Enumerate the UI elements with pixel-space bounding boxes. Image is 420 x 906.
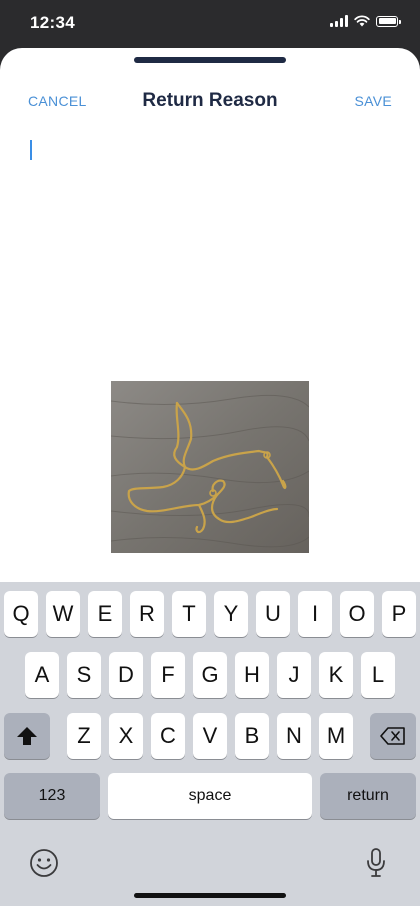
key-m[interactable]: M <box>319 713 353 759</box>
key-e[interactable]: E <box>88 591 122 637</box>
key-s[interactable]: S <box>67 652 101 698</box>
delete-key[interactable] <box>370 713 416 759</box>
key-w[interactable]: W <box>46 591 80 637</box>
shift-arrow-icon <box>17 727 37 745</box>
status-icons <box>330 15 401 27</box>
key-n[interactable]: N <box>277 713 311 759</box>
key-a[interactable]: A <box>25 652 59 698</box>
key-d[interactable]: D <box>109 652 143 698</box>
key-p[interactable]: P <box>382 591 416 637</box>
status-bar: 12:34 <box>0 0 420 48</box>
key-k[interactable]: K <box>319 652 353 698</box>
home-indicator <box>134 893 286 898</box>
key-q[interactable]: Q <box>4 591 38 637</box>
sheet-grabber[interactable] <box>134 57 286 63</box>
key-j[interactable]: J <box>277 652 311 698</box>
cellular-signal-icon <box>330 15 348 27</box>
emoji-icon[interactable] <box>29 848 59 878</box>
key-z[interactable]: Z <box>67 713 101 759</box>
key-i[interactable]: I <box>298 591 332 637</box>
space-key[interactable]: space <box>108 773 312 819</box>
text-cursor <box>30 140 32 160</box>
key-r[interactable]: R <box>130 591 164 637</box>
keyboard: Q W E R T Y U I O P A S D F G H J K L Z … <box>0 582 420 906</box>
key-f[interactable]: F <box>151 652 185 698</box>
key-v[interactable]: V <box>193 713 227 759</box>
product-photo-gold-chain <box>111 381 309 553</box>
key-b[interactable]: B <box>235 713 269 759</box>
status-time: 12:34 <box>30 13 75 32</box>
key-g[interactable]: G <box>193 652 227 698</box>
key-y[interactable]: Y <box>214 591 248 637</box>
shift-key[interactable] <box>4 713 50 759</box>
key-h[interactable]: H <box>235 652 269 698</box>
return-key[interactable]: return <box>320 773 416 819</box>
backspace-icon <box>380 727 405 745</box>
key-o[interactable]: O <box>340 591 374 637</box>
battery-icon <box>376 15 401 27</box>
key-c[interactable]: C <box>151 713 185 759</box>
key-t[interactable]: T <box>172 591 206 637</box>
key-x[interactable]: X <box>109 713 143 759</box>
wifi-icon <box>354 15 370 27</box>
key-u[interactable]: U <box>256 591 290 637</box>
return-reason-text-input[interactable] <box>20 128 400 348</box>
key-l[interactable]: L <box>361 652 395 698</box>
microphone-icon[interactable] <box>365 847 387 879</box>
numbers-key[interactable]: 123 <box>4 773 100 819</box>
save-button[interactable]: SAVE <box>354 93 392 109</box>
